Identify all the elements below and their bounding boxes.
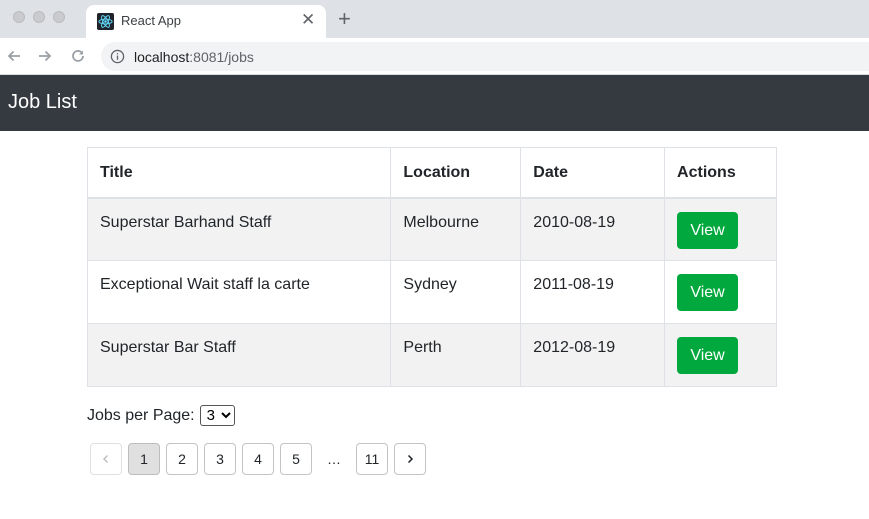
window-zoom-control[interactable] <box>53 11 65 23</box>
forward-arrow-icon[interactable] <box>34 45 56 67</box>
table-row: Superstar Bar Staff Perth 2012-08-19 Vie… <box>86 323 777 387</box>
job-date-cell: 2010-08-19 <box>520 197 666 261</box>
column-header-actions: Actions <box>664 147 777 199</box>
view-button[interactable]: View <box>677 211 739 249</box>
browser-tab-bar: React App ✕ + <box>0 0 869 38</box>
job-actions-cell: View <box>664 323 777 387</box>
job-title-cell: Superstar Bar Staff <box>86 323 392 387</box>
reload-icon[interactable] <box>67 45 89 67</box>
browser-toolbar: localhost:8081/jobs <box>0 38 869 75</box>
back-arrow-icon[interactable] <box>3 45 25 67</box>
jobs-per-page-select[interactable]: 3 <box>199 405 235 426</box>
table-row: Exceptional Wait staff la carte Sydney 2… <box>86 260 777 324</box>
address-bar[interactable]: localhost:8081/jobs <box>101 42 869 71</box>
jobs-per-page-label: Jobs per Page: <box>87 406 195 424</box>
chevron-right-icon <box>407 454 414 464</box>
next-page-button[interactable] <box>394 443 426 475</box>
column-header-location: Location <box>390 147 522 199</box>
job-location-cell: Melbourne <box>390 197 522 261</box>
tab-close-icon[interactable]: ✕ <box>301 11 315 29</box>
pagination-ellipsis: … <box>327 451 341 467</box>
column-header-date: Date <box>520 147 666 199</box>
jobs-table: Title Location Date Actions Superstar Ba… <box>86 147 777 387</box>
page-title: Job List <box>8 91 77 113</box>
job-actions-cell: View <box>664 197 777 261</box>
url-host: localhost <box>134 49 190 65</box>
view-button[interactable]: View <box>677 337 739 374</box>
app-header: Job List <box>0 75 869 131</box>
browser-tab[interactable]: React App ✕ <box>86 5 326 38</box>
job-title-cell: Superstar Barhand Staff <box>86 197 392 261</box>
job-title-cell: Exceptional Wait staff la carte <box>86 260 392 324</box>
window-minimize-control[interactable] <box>33 11 45 23</box>
jobs-per-page: Jobs per Page: 3 <box>87 405 235 426</box>
info-icon[interactable] <box>110 49 125 64</box>
page-button-last[interactable]: 11 <box>356 443 388 475</box>
table-header-row: Title Location Date Actions <box>86 147 777 199</box>
job-date-cell: 2011-08-19 <box>520 260 666 324</box>
previous-page-button[interactable] <box>90 443 122 475</box>
page-button-1[interactable]: 1 <box>128 443 160 475</box>
chevron-left-icon <box>102 454 109 464</box>
page-button-5[interactable]: 5 <box>280 443 312 475</box>
job-location-cell: Sydney <box>390 260 522 324</box>
job-actions-cell: View <box>664 260 777 324</box>
react-logo-icon <box>97 13 114 30</box>
window-close-control[interactable] <box>13 11 25 23</box>
page-button-2[interactable]: 2 <box>166 443 198 475</box>
page-button-3[interactable]: 3 <box>204 443 236 475</box>
job-date-cell: 2012-08-19 <box>520 323 666 387</box>
view-button[interactable]: View <box>677 274 739 311</box>
tab-title: React App <box>121 13 181 28</box>
column-header-title: Title <box>86 147 392 199</box>
url-text[interactable]: localhost:8081/jobs <box>134 49 254 65</box>
page-button-4[interactable]: 4 <box>242 443 274 475</box>
url-path: :8081/jobs <box>189 49 254 65</box>
table-row: Superstar Barhand Staff Melbourne 2010-0… <box>86 197 777 261</box>
new-tab-icon[interactable]: + <box>338 8 351 30</box>
job-location-cell: Perth <box>390 323 522 387</box>
